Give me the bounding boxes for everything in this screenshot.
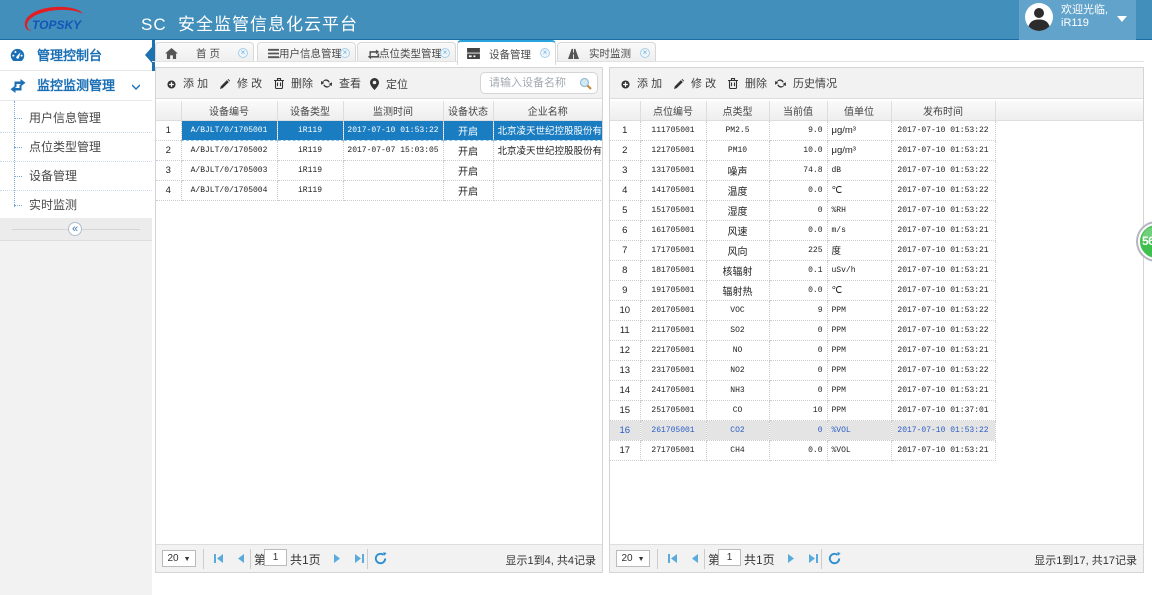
svg-text:TOPSKY: TOPSKY (32, 18, 82, 32)
